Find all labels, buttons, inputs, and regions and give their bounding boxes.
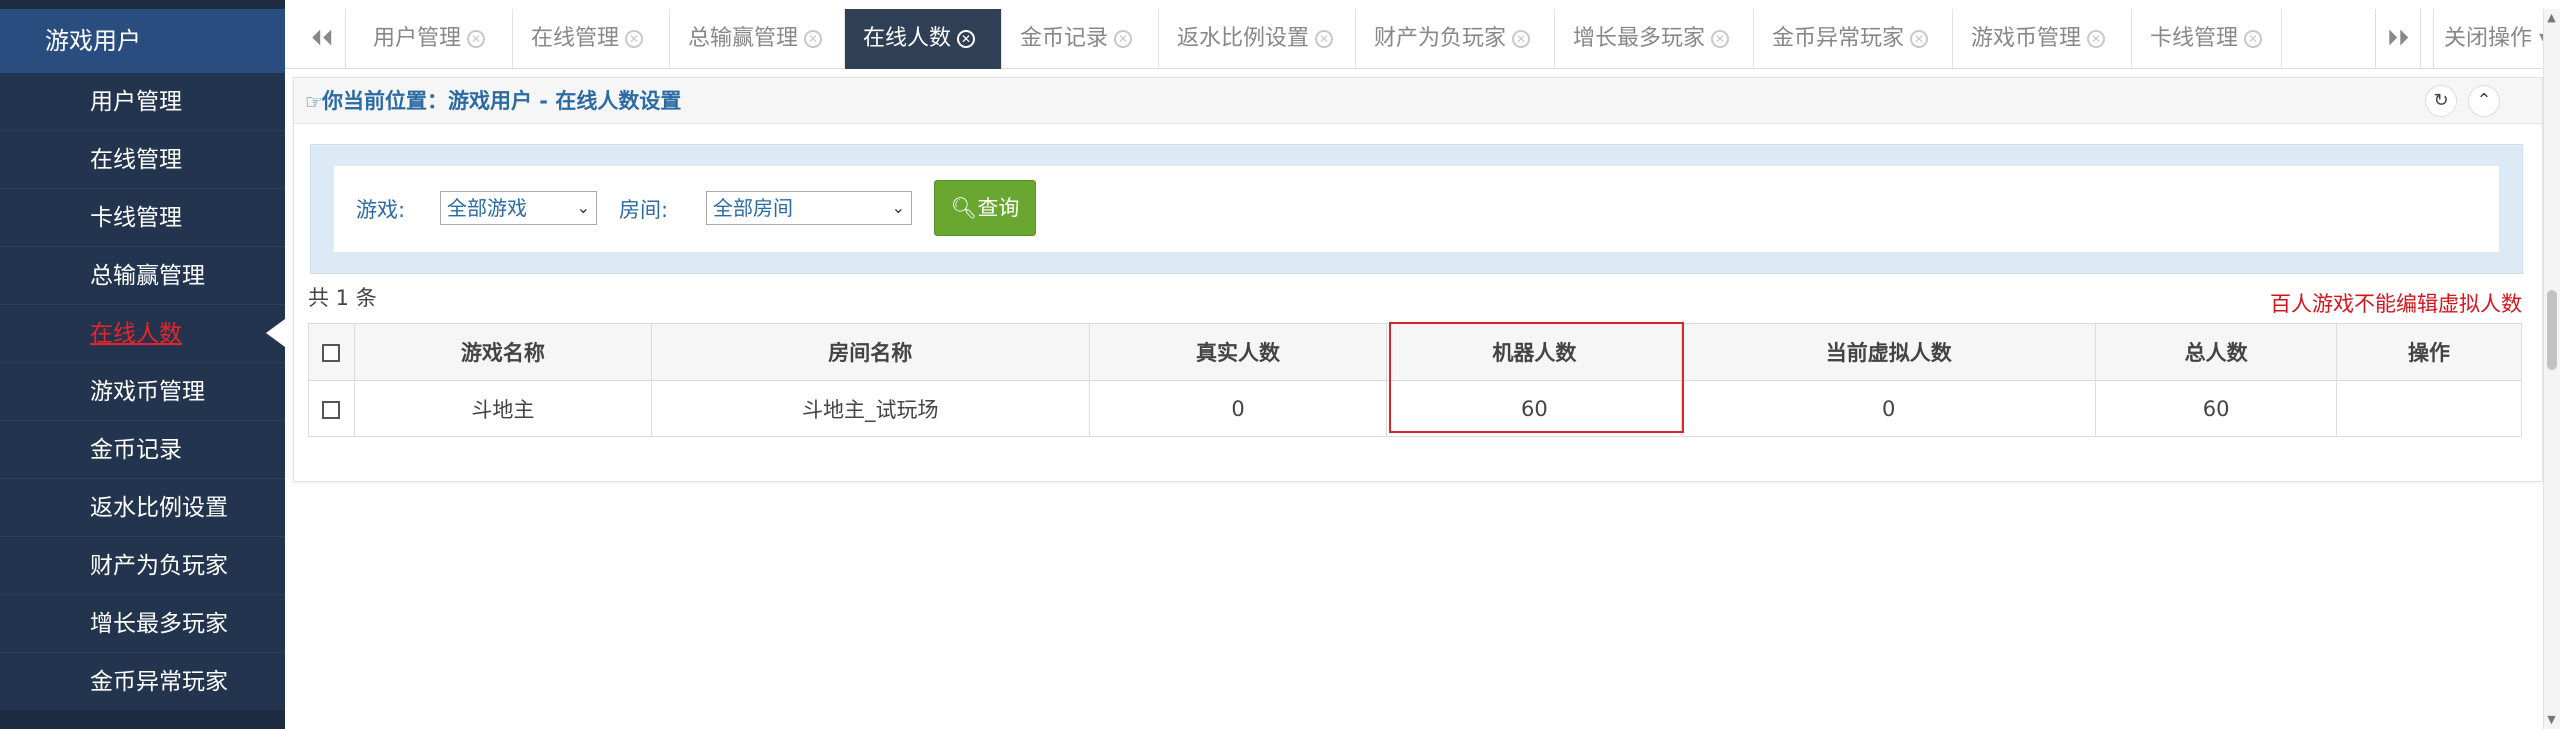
tabbar-top-strip xyxy=(285,0,2560,9)
game-select[interactable]: 全部游戏 ⌄ xyxy=(440,191,597,225)
tab-close-icon[interactable]: ✕ xyxy=(1114,30,1133,48)
table-cell: 0 xyxy=(1088,380,1388,437)
sidebar-item-negative-assets[interactable]: 财产为负玩家 xyxy=(0,537,285,595)
sidebar-bottom-strip xyxy=(0,710,285,729)
refresh-icon[interactable]: ↻ xyxy=(2425,85,2457,117)
tab-label: 卡线管理 xyxy=(2150,26,2239,51)
column-header[interactable]: 游戏名称 xyxy=(353,323,652,381)
tab-label: 在线人数 xyxy=(863,26,952,51)
tab-label: 用户管理 xyxy=(373,26,462,51)
filter-form: 游戏: 全部游戏 ⌄ 房间: 全部房间 ⌄ 🔍︎查询 xyxy=(333,165,2500,253)
table-cell: 斗地主 xyxy=(353,380,652,437)
tab-abnormal-gold[interactable]: 金币异常玩家 ✕ xyxy=(1754,9,1953,69)
search-icon: 🔍︎ xyxy=(950,196,978,220)
tab-label: 在线管理 xyxy=(531,26,620,51)
tab-label: 增长最多玩家 xyxy=(1573,26,1706,51)
select-all-cell xyxy=(308,323,355,381)
table-cell: 斗地主_试玩场 xyxy=(650,380,1090,437)
close-operations-label: 关闭操作 xyxy=(2444,26,2533,51)
column-header[interactable]: 当前虚拟人数 xyxy=(1681,323,2097,381)
tab-negative-assets[interactable]: 财产为负玩家 ✕ xyxy=(1356,9,1555,69)
query-button[interactable]: 🔍︎查询 xyxy=(934,180,1036,236)
sidebar-item-gold-records[interactable]: 金币记录 xyxy=(0,421,285,479)
row-select-cell xyxy=(308,380,355,437)
table-cell: 0 xyxy=(1681,380,2097,437)
query-button-label: 查询 xyxy=(977,196,1020,220)
tab-label: 金币记录 xyxy=(1020,26,1109,51)
room-select[interactable]: 全部房间 ⌄ xyxy=(706,191,912,225)
filter-area: 游戏: 全部游戏 ⌄ 房间: 全部房间 ⌄ 🔍︎查询 xyxy=(310,144,2523,274)
tab-label: 游戏币管理 xyxy=(1971,26,2082,51)
sidebar-item-online-management[interactable]: 在线管理 xyxy=(0,131,285,189)
column-header[interactable]: 总人数 xyxy=(2095,323,2338,381)
row-checkbox[interactable] xyxy=(322,400,341,419)
scroll-down-icon[interactable]: ▼ xyxy=(2543,711,2560,729)
warning-note: 百人游戏不能编辑虚拟人数 xyxy=(2270,292,2522,316)
tab-game-coin-management[interactable]: 游戏币管理 ✕ xyxy=(1953,9,2132,69)
tab-close-icon[interactable]: ✕ xyxy=(1512,30,1531,48)
sidebar-item-win-loss-management[interactable]: 总输赢管理 xyxy=(0,247,285,305)
room-select-value: 全部房间 xyxy=(713,196,793,220)
tab-close-icon[interactable]: ✕ xyxy=(625,30,644,48)
tab-close-icon[interactable]: ✕ xyxy=(2244,30,2263,48)
tab-label: 财产为负玩家 xyxy=(1374,26,1507,51)
tab-stuck-management[interactable]: 卡线管理 ✕ xyxy=(2132,9,2282,69)
tab-close-icon[interactable]: ✕ xyxy=(1711,30,1730,48)
tab-close-icon[interactable]: ✕ xyxy=(2087,30,2106,48)
column-header: 操作 xyxy=(2336,323,2522,381)
tab-scroll-left-icon[interactable]: ⏴⏴ xyxy=(300,9,346,69)
tab-top-growth[interactable]: 增长最多玩家 ✕ xyxy=(1555,9,1754,69)
breadcrumb: 你当前位置：游戏用户 - 在线人数设置 xyxy=(322,89,682,113)
sidebar-title[interactable]: 游戏用户 xyxy=(0,9,285,73)
sidebar-item-stuck-management[interactable]: 卡线管理 xyxy=(0,189,285,247)
tab-user-management[interactable]: 用户管理 ✕ xyxy=(355,9,513,69)
tab-online-count[interactable]: 在线人数 ✕ xyxy=(845,9,1002,69)
close-operations-dropdown[interactable]: 关闭操作 ▾ xyxy=(2433,9,2550,69)
tab-label: 返水比例设置 xyxy=(1177,26,1310,51)
scrollbar-thumb[interactable] xyxy=(2547,290,2557,370)
tab-close-icon[interactable]: ✕ xyxy=(1315,30,1334,48)
record-count: 共 1 条 xyxy=(308,286,377,310)
collapse-icon[interactable]: ⌃ xyxy=(2468,85,2500,117)
tab-label: 总输赢管理 xyxy=(688,26,799,51)
tab-win-loss-management[interactable]: 总输赢管理 ✕ xyxy=(670,9,845,69)
column-header[interactable]: 真实人数 xyxy=(1088,323,1388,381)
tab-close-icon[interactable]: ✕ xyxy=(1910,30,1929,48)
sidebar-top-strip xyxy=(0,0,285,9)
scroll-up-icon[interactable]: ▲ xyxy=(2543,9,2560,27)
tab-gold-records[interactable]: 金币记录 ✕ xyxy=(1002,9,1159,69)
table-cell xyxy=(2336,380,2522,437)
chevron-down-icon: ⌄ xyxy=(576,198,590,217)
pointing-hand-icon: ☞ xyxy=(305,90,323,114)
game-filter-label: 游戏: xyxy=(356,198,406,222)
table-cell: 60 xyxy=(2095,380,2338,437)
sidebar-item-user-management[interactable]: 用户管理 xyxy=(0,73,285,131)
game-select-value: 全部游戏 xyxy=(447,196,527,220)
tab-label: 金币异常玩家 xyxy=(1772,26,1905,51)
select-all-checkbox[interactable] xyxy=(322,344,341,362)
sidebar-item-top-growth[interactable]: 增长最多玩家 xyxy=(0,595,285,653)
active-item-caret-icon xyxy=(266,319,285,347)
tab-rebate-settings[interactable]: 返水比例设置 ✕ xyxy=(1159,9,1356,69)
panel-header: ☞ 你当前位置：游戏用户 - 在线人数设置 ↻ ⌃ xyxy=(294,78,2542,124)
sidebar-item-rebate-settings[interactable]: 返水比例设置 xyxy=(0,479,285,537)
column-header[interactable]: 房间名称 xyxy=(650,323,1090,381)
tab-close-icon[interactable]: ✕ xyxy=(957,30,976,48)
sidebar-item-game-coin-management[interactable]: 游戏币管理 xyxy=(0,363,285,421)
sidebar-item-abnormal-gold[interactable]: 金币异常玩家 xyxy=(0,653,285,711)
sidebar-item-online-count[interactable]: 在线人数 xyxy=(0,305,285,363)
tab-close-icon[interactable]: ✕ xyxy=(467,30,486,48)
tab-close-icon[interactable]: ✕ xyxy=(804,30,823,48)
robot-count-highlight-box xyxy=(1389,322,1684,433)
tab-scroll-right-icon[interactable]: ⏵⏵ xyxy=(2375,9,2421,69)
chevron-down-icon: ⌄ xyxy=(891,198,905,217)
tab-online-management[interactable]: 在线管理 ✕ xyxy=(513,9,670,69)
room-filter-label: 房间: xyxy=(619,198,669,222)
